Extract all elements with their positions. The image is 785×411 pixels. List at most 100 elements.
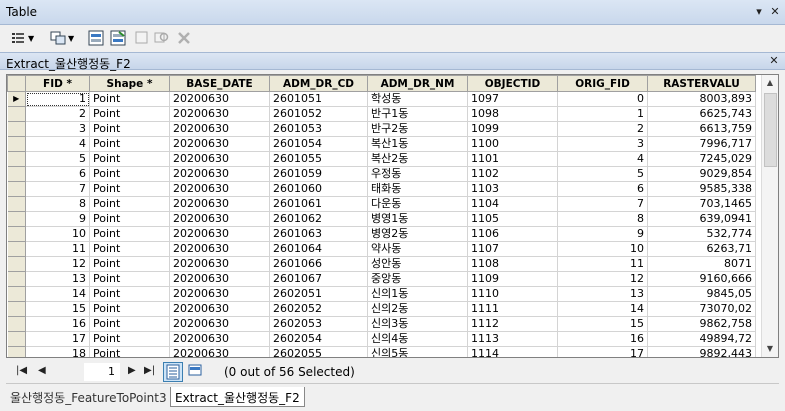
table-cell[interactable]: 5 (557, 166, 648, 182)
table-cell[interactable]: 1 (557, 106, 648, 122)
table-cell[interactable]: 2601060 (269, 181, 368, 197)
row-selector[interactable] (7, 121, 26, 137)
table-cell[interactable]: 1097 (467, 91, 558, 107)
table-cell[interactable]: Point (89, 286, 170, 302)
table-cell[interactable]: 2601059 (269, 166, 368, 182)
table-cell[interactable]: 2601053 (269, 121, 368, 137)
table-cell[interactable]: 1113 (467, 331, 558, 347)
table-cell[interactable]: 18 (25, 346, 90, 357)
table-cell[interactable]: 7 (25, 181, 90, 197)
table-cell[interactable]: 10 (557, 241, 648, 257)
table-cell[interactable]: 73070,02 (647, 301, 756, 317)
table-cell[interactable]: 1 (25, 91, 90, 107)
table-cell[interactable]: Point (89, 196, 170, 212)
row-selector[interactable] (7, 211, 26, 227)
table-cell[interactable]: Point (89, 136, 170, 152)
table-cell[interactable]: 8 (25, 196, 90, 212)
table-cell[interactable]: 20200630 (169, 181, 270, 197)
table-cell[interactable]: 2601054 (269, 136, 368, 152)
row-selector[interactable]: ▶ (7, 91, 26, 107)
table-cell[interactable]: 2 (25, 106, 90, 122)
table-cell[interactable]: 성안동 (367, 256, 468, 272)
table-cell[interactable]: 20200630 (169, 166, 270, 182)
previous-record-icon[interactable]: ◀ (38, 365, 46, 376)
table-row[interactable]: 4 Point 20200630 2601054 복산1동 1100 3 7996,717 (7, 136, 756, 152)
table-cell[interactable]: 7245,029 (647, 151, 756, 167)
table-cell[interactable]: 11 (557, 256, 648, 272)
table-cell[interactable]: 2601051 (269, 91, 368, 107)
column-header[interactable]: ADM_DR_NM (367, 75, 468, 92)
row-selector[interactable] (7, 256, 26, 272)
table-cell[interactable]: 12 (557, 271, 648, 287)
table-cell[interactable]: 20200630 (169, 151, 270, 167)
table-cell[interactable]: 20200630 (169, 271, 270, 287)
table-cell[interactable]: 20200630 (169, 256, 270, 272)
table-cell[interactable]: 2602055 (269, 346, 368, 357)
table-cell[interactable]: 2601064 (269, 241, 368, 257)
table-cell[interactable]: 1108 (467, 256, 558, 272)
table-cell[interactable]: 6613,759 (647, 121, 756, 137)
table-cell[interactable]: 0 (557, 91, 648, 107)
table-cell[interactable]: 12 (25, 256, 90, 272)
table-cell[interactable]: 7996,717 (647, 136, 756, 152)
table-cell[interactable]: 16 (25, 316, 90, 332)
row-selector[interactable] (7, 181, 26, 197)
table-row[interactable]: 2 Point 20200630 2601052 반구1동 1098 1 6625,743 (7, 106, 756, 122)
table-cell[interactable]: 5 (25, 151, 90, 167)
row-selector[interactable] (7, 346, 26, 357)
table-cell[interactable]: 11 (25, 241, 90, 257)
table-cell[interactable]: 2602052 (269, 301, 368, 317)
table-cell[interactable]: 반구2동 (367, 121, 468, 137)
table-cell[interactable]: 1112 (467, 316, 558, 332)
tab-extract[interactable]: Extract_울산행정동_F2 (170, 387, 305, 407)
table-cell[interactable]: 3 (557, 136, 648, 152)
table-cell[interactable]: Point (89, 106, 170, 122)
table-cell[interactable]: 병영2동 (367, 226, 468, 242)
table-cell[interactable]: Point (89, 226, 170, 242)
table-cell[interactable]: 약사동 (367, 241, 468, 257)
table-cell[interactable]: 신의2동 (367, 301, 468, 317)
table-row[interactable]: 14 Point 20200630 2602051 신의1동 1110 13 9845,05 (7, 286, 756, 302)
table-cell[interactable]: 1111 (467, 301, 558, 317)
row-selector[interactable] (7, 316, 26, 332)
related-tables-button[interactable]: ▼ (50, 29, 74, 47)
vertical-scrollbar[interactable]: ▲ ▼ (761, 75, 778, 357)
table-cell[interactable]: 15 (25, 301, 90, 317)
table-row[interactable]: 15 Point 20200630 2602052 신의2동 1111 14 73070,02 (7, 301, 756, 317)
column-header[interactable]: ORIG_FID (557, 75, 648, 92)
table-cell[interactable]: Point (89, 166, 170, 182)
table-cell[interactable]: 9585,338 (647, 181, 756, 197)
table-row[interactable]: 10 Point 20200630 2601063 병영2동 1106 9 532,774 (7, 226, 756, 242)
table-cell[interactable]: 2601055 (269, 151, 368, 167)
table-cell[interactable]: 9 (557, 226, 648, 242)
table-cell[interactable]: 9845,05 (647, 286, 756, 302)
table-cell[interactable]: 14 (557, 301, 648, 317)
table-cell[interactable]: 9 (25, 211, 90, 227)
table-row[interactable]: 18 Point 20200630 2602055 신의5동 1114 17 9892,443 (7, 346, 756, 357)
row-selector-header[interactable] (7, 75, 26, 92)
table-cell[interactable]: Point (89, 91, 170, 107)
table-row[interactable]: ▶ 1 Point 20200630 2601051 학성동 1097 0 8003,893 (7, 91, 756, 107)
table-cell[interactable]: 태화동 (367, 181, 468, 197)
table-cell[interactable]: 9160,666 (647, 271, 756, 287)
table-cell[interactable]: 신의3동 (367, 316, 468, 332)
table-row[interactable]: 9 Point 20200630 2601062 병영1동 1105 8 639,0941 (7, 211, 756, 227)
clear-selection-button[interactable] (134, 29, 150, 47)
table-cell[interactable]: 14 (25, 286, 90, 302)
table-cell[interactable]: 20200630 (169, 286, 270, 302)
table-cell[interactable]: 2601067 (269, 271, 368, 287)
show-selected-records-button[interactable] (186, 362, 206, 382)
first-record-icon[interactable]: |◀ (16, 365, 27, 376)
table-row[interactable]: 8 Point 20200630 2601061 다운동 1104 7 703,1465 (7, 196, 756, 212)
close-icon[interactable]: ✕ (768, 5, 782, 19)
column-header[interactable]: BASE_DATE (169, 75, 270, 92)
table-cell[interactable]: 20200630 (169, 331, 270, 347)
pin-icon[interactable]: ▾ (752, 5, 766, 19)
scroll-down-icon[interactable]: ▼ (762, 341, 778, 357)
table-cell[interactable]: 중앙동 (367, 271, 468, 287)
table-cell[interactable]: Point (89, 151, 170, 167)
table-cell[interactable]: 1106 (467, 226, 558, 242)
table-cell[interactable]: 6 (25, 166, 90, 182)
table-cell[interactable]: 20200630 (169, 121, 270, 137)
table-cell[interactable]: Point (89, 271, 170, 287)
